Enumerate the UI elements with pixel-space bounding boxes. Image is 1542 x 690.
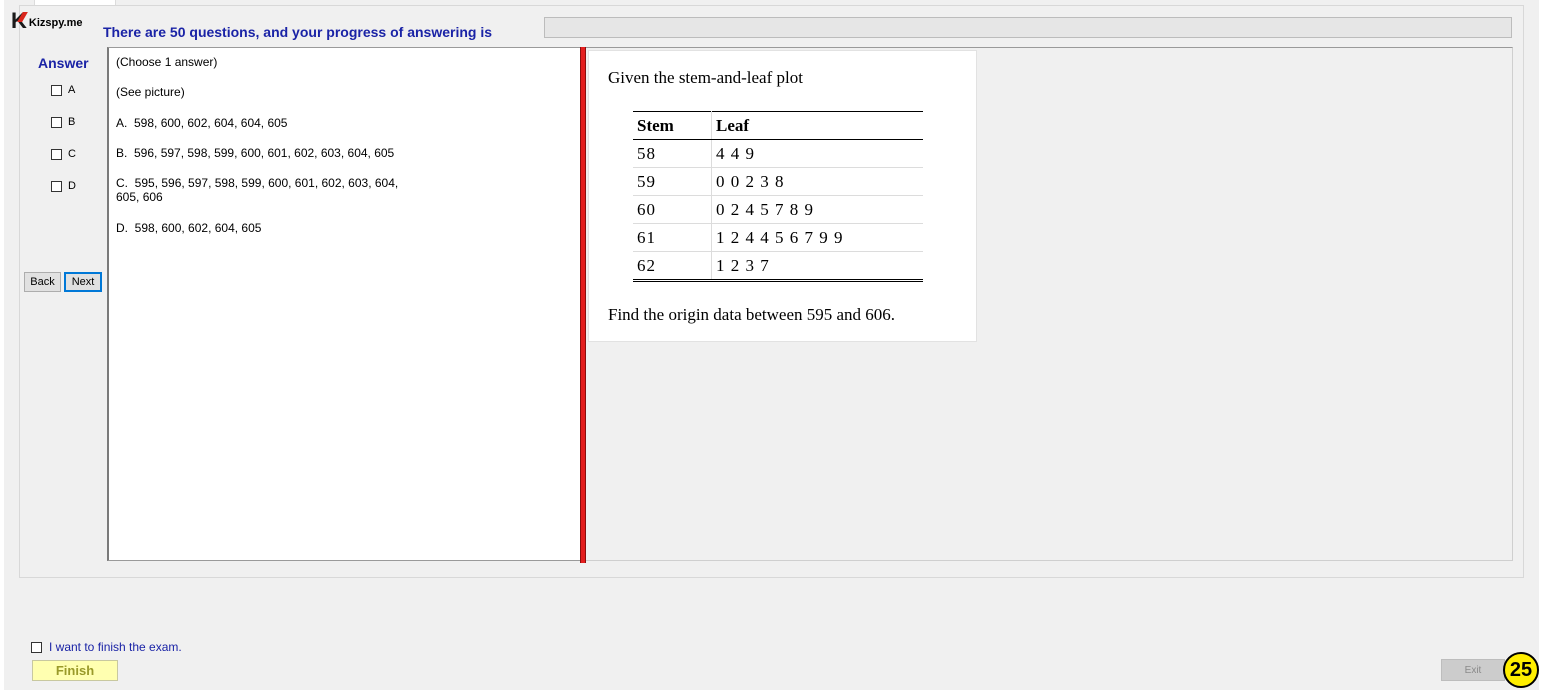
answer-checkbox-d[interactable] <box>51 180 62 192</box>
answer-checkbox-b[interactable] <box>51 116 62 128</box>
exit-button[interactable]: Exit <box>1441 659 1505 681</box>
logo: K Kizspy.me <box>11 10 83 32</box>
finish-button[interactable]: Finish <box>32 660 118 681</box>
stem-cell: 60 <box>633 195 712 224</box>
question-number-badge: 25 <box>1503 652 1539 688</box>
leaf-cell: 0 2 4 5 7 8 9 <box>711 195 923 224</box>
question-picture: Given the stem-and-leaf plot Stem Leaf 5… <box>588 50 977 342</box>
logo-text: Kizspy.me <box>28 17 83 29</box>
picture-title: Given the stem-and-leaf plot <box>608 68 803 87</box>
answer-option-c[interactable]: C <box>51 148 76 160</box>
table-row: 58 4 4 9 <box>633 139 923 168</box>
table-row: 62 1 2 3 7 <box>633 251 923 281</box>
leaf-cell: 4 4 9 <box>711 139 923 168</box>
answer-title: Answer <box>38 55 89 71</box>
question-see-picture: (See picture) <box>116 85 185 99</box>
stem-cell: 58 <box>633 139 712 168</box>
progress-bar <box>544 17 1512 38</box>
finish-exam-label: I want to finish the exam. <box>49 640 182 654</box>
choice-d-text: D. 598, 600, 602, 604, 605 <box>116 221 262 235</box>
question-picture-panel: Given the stem-and-leaf plot Stem Leaf 5… <box>586 47 1513 561</box>
choice-b-text: B. 596, 597, 598, 599, 600, 601, 602, 60… <box>116 146 395 160</box>
stem-cell: 59 <box>633 167 712 196</box>
answer-option-a[interactable]: A <box>51 84 75 96</box>
stem-header: Stem <box>633 111 712 140</box>
exam-window: K Kizspy.me There are 50 questions, and … <box>4 0 1539 690</box>
picture-footer: Find the origin data between 595 and 606… <box>608 305 896 324</box>
answer-option-label: A <box>68 84 76 96</box>
finish-exam-option[interactable]: I want to finish the exam. <box>31 640 182 654</box>
answer-option-label: B <box>68 116 76 128</box>
table-header-row: Stem Leaf <box>633 111 923 140</box>
choice-a-text: A. 598, 600, 602, 604, 604, 605 <box>116 116 288 130</box>
leaf-cell: 1 2 4 4 5 6 7 9 9 <box>711 223 923 252</box>
progress-label: There are 50 questions, and your progres… <box>103 24 492 40</box>
stem-cell: 62 <box>633 251 712 281</box>
back-button[interactable]: Back <box>24 272 61 292</box>
table-row: 59 0 0 2 3 8 <box>633 167 923 196</box>
answer-option-label: D <box>68 180 76 192</box>
table-row: 60 0 2 4 5 7 8 9 <box>633 195 923 224</box>
finish-exam-checkbox[interactable] <box>31 641 42 653</box>
answer-option-label: C <box>68 148 76 160</box>
answer-option-b[interactable]: B <box>51 116 75 128</box>
choice-c-text: C. 595, 596, 597, 598, 599, 600, 601, 60… <box>116 176 399 190</box>
stem-leaf-table: Stem Leaf 58 4 4 9 59 0 0 2 3 8 60 0 2 4… <box>633 111 923 282</box>
leaf-cell: 1 2 3 7 <box>716 255 770 275</box>
answer-option-d[interactable]: D <box>51 180 76 192</box>
question-instruction: (Choose 1 answer) <box>116 55 218 69</box>
choice-c-text-continued: 605, 606 <box>116 190 163 204</box>
logo-letter: K <box>11 10 28 32</box>
table-row: 61 1 2 4 4 5 6 7 9 9 <box>633 223 923 252</box>
next-button[interactable]: Next <box>64 272 102 292</box>
answer-checkbox-a[interactable] <box>51 84 62 96</box>
stem-cell: 61 <box>633 223 712 252</box>
answer-checkbox-c[interactable] <box>51 148 62 160</box>
question-text-panel[interactable]: (Choose 1 answer) (See picture) A. 598, … <box>107 47 582 561</box>
leaf-cell: 0 0 2 3 8 <box>711 167 923 196</box>
leaf-header: Leaf <box>711 111 923 140</box>
